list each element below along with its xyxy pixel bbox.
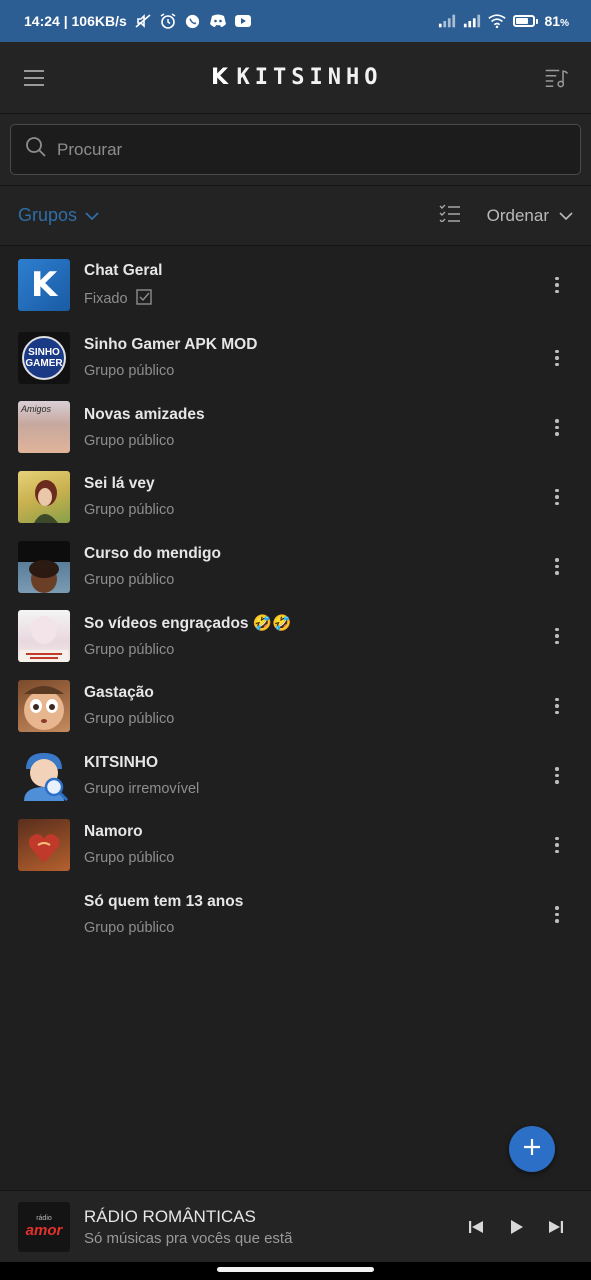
group-subtitle: Grupo público [84,642,175,659]
group-avatar: K [18,259,70,311]
group-avatar [18,610,70,663]
discord-icon [209,12,227,30]
group-title: Só quem tem 13 anos [84,893,244,911]
order-label: Ordenar [486,205,549,225]
group-title: KITSINHO [84,753,159,771]
group-title: Sei lá vey [84,475,155,493]
more-options-icon[interactable] [549,694,565,718]
list-item[interactable]: K Chat Geral Fixado [0,247,591,323]
home-indicator[interactable] [217,1267,374,1272]
gesture-area [0,1262,591,1280]
hamburger-icon[interactable] [22,66,46,90]
group-title: Curso do mendigo [84,545,221,563]
group-title: So vídeos engraçados 🤣🤣 [84,615,292,633]
status-time-speed: 14:24 | 106KB/s [24,13,127,29]
group-title: Chat Geral [84,261,163,279]
more-options-icon[interactable] [549,763,565,787]
group-subtitle: Grupo público [84,850,175,867]
logo-text: KITSINHO [236,65,383,90]
mini-player[interactable]: rádio amor RÁDIO ROMÂNTICAS Só músicas p… [0,1190,591,1262]
mute-icon [134,12,152,30]
group-subtitle: Grupo público [84,920,175,937]
group-title: Sinho Gamer APK MOD [84,336,258,354]
more-options-icon[interactable] [549,903,565,927]
more-options-icon[interactable] [549,624,565,648]
play-icon[interactable] [507,1218,525,1236]
group-avatar [18,540,70,593]
list-item[interactable]: Só quem tem 13 anos Grupo público [0,880,591,950]
avatar-text: Amigos [21,404,52,415]
skip-previous-icon[interactable] [467,1218,485,1236]
search-box[interactable] [10,124,581,175]
plus-icon [523,1138,541,1161]
order-dropdown[interactable]: Ordenar [487,206,573,226]
app-bar: K KITSINHO [0,42,591,114]
group-avatar: SINHO GAMER [18,331,70,384]
groups-dropdown[interactable]: Grupos [18,205,99,226]
battery-percent: 81% [544,13,569,29]
app-screen: 14:24 | 106KB/s 81% K KITSINHO Procurar … [0,0,591,1280]
group-avatar [18,749,70,802]
group-subtitle: Grupo público [84,711,175,728]
more-options-icon[interactable] [549,833,565,857]
search-bar [0,114,591,186]
whatsapp-icon [184,12,202,30]
add-group-button[interactable] [509,1126,555,1172]
avatar-letter: K [30,265,58,305]
music-queue-icon[interactable] [545,66,569,90]
app-logo: K KITSINHO [209,65,383,90]
checklist-icon[interactable] [439,204,461,227]
group-subtitle: Grupo público [84,363,175,380]
battery-icon [512,15,538,27]
more-options-icon[interactable] [549,346,565,370]
signal-icon [438,12,456,30]
search-input[interactable] [57,139,566,160]
group-list: K Chat Geral Fixado SINHO GAMER Sinho Ga… [0,247,591,949]
list-item[interactable]: Namoro Grupo público [0,810,591,880]
list-item[interactable]: Curso do mendigo Grupo público [0,532,591,602]
list-item[interactable]: So vídeos engraçados 🤣🤣 Grupo público [0,601,591,671]
group-subtitle: Grupo público [84,502,175,519]
radio-cover: rádio amor [18,1201,70,1252]
youtube-icon [234,12,252,30]
list-item[interactable]: Sei lá vey Grupo público [0,462,591,532]
group-avatar [18,470,70,523]
group-title: Namoro [84,823,143,841]
filter-bar: Grupos Ordenar [0,186,591,246]
more-options-icon[interactable] [549,485,565,509]
avatar-text: SINHO GAMER [22,335,66,380]
group-avatar: Amigos [18,401,70,454]
group-title: Novas amizades [84,405,205,423]
group-avatar [18,679,70,732]
list-item[interactable]: Gastação Grupo público [0,671,591,741]
pinned-check-icon [135,288,152,309]
group-subtitle: Grupo público [84,432,175,449]
player-title: RÁDIO ROMÂNTICAS [84,1206,256,1226]
more-options-icon[interactable] [549,415,565,439]
alarm-icon [159,12,177,30]
group-subtitle: Grupo irremovível [84,780,200,797]
skip-next-icon[interactable] [547,1218,565,1236]
list-item[interactable]: Amigos Novas amizades Grupo público [0,393,591,463]
cover-main-text: amor [25,1222,63,1239]
more-options-icon[interactable] [549,273,565,297]
chevron-down-icon [559,206,573,226]
wifi-icon [487,12,506,30]
status-bar: 14:24 | 106KB/s 81% [0,0,591,42]
more-options-icon[interactable] [549,555,565,579]
group-avatar [18,818,70,871]
group-title: Gastação [84,684,154,702]
group-subtitle: Fixado [84,288,162,309]
groups-label: Grupos [18,205,78,225]
list-item[interactable]: KITSINHO Grupo irremovível [0,741,591,811]
player-subtitle: Só músicas pra vocês que estã [84,1229,293,1247]
list-item[interactable]: SINHO GAMER Sinho Gamer APK MOD Grupo pú… [0,323,591,393]
group-subtitle: Grupo público [84,572,175,589]
search-icon [25,136,47,163]
logo-letter: K [210,65,229,90]
chevron-down-icon [85,205,99,226]
windows-grid-icon [18,889,70,941]
group-subtitle-text: Fixado [84,290,128,307]
signal-icon [463,12,481,30]
